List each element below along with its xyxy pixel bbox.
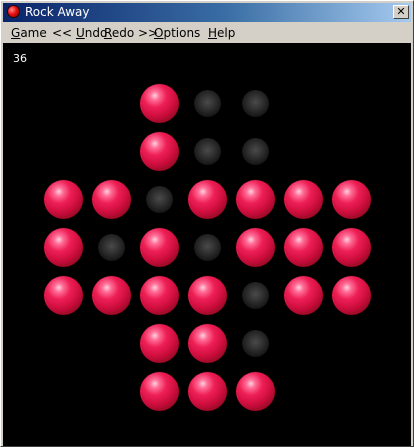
peg-marble[interactable] (235, 371, 275, 411)
peg-marble[interactable] (91, 179, 131, 219)
empty-hole[interactable] (145, 185, 173, 213)
close-button[interactable]: ✕ (393, 5, 409, 19)
peg-marble[interactable] (43, 227, 83, 267)
empty-hole[interactable] (193, 137, 221, 165)
app-window: Rock Away ✕ Game << Undo Redo >> Options… (0, 0, 414, 447)
app-ball-icon (7, 5, 20, 18)
peg-marble[interactable] (187, 275, 227, 315)
peg-marble[interactable] (283, 179, 323, 219)
peg-marble[interactable] (331, 275, 371, 315)
menu-game[interactable]: Game (11, 25, 47, 41)
peg-marble[interactable] (139, 131, 179, 171)
empty-hole[interactable] (241, 281, 269, 309)
peg-counter: 36 (13, 52, 27, 65)
peg-marble[interactable] (187, 371, 227, 411)
peg-marble[interactable] (235, 227, 275, 267)
peg-marble[interactable] (43, 275, 83, 315)
window-title: Rock Away (25, 5, 90, 19)
empty-hole[interactable] (241, 89, 269, 117)
empty-hole[interactable] (193, 233, 221, 261)
peg-marble[interactable] (139, 227, 179, 267)
peg-marble[interactable] (187, 323, 227, 363)
peg-marble[interactable] (139, 275, 179, 315)
title-bar[interactable]: Rock Away ✕ (3, 3, 411, 22)
menu-options[interactable]: Options (154, 25, 200, 41)
peg-marble[interactable] (139, 83, 179, 123)
peg-marble[interactable] (139, 323, 179, 363)
empty-hole[interactable] (97, 233, 125, 261)
peg-marble[interactable] (283, 227, 323, 267)
menu-help[interactable]: Help (208, 25, 235, 41)
peg-marble[interactable] (187, 179, 227, 219)
menu-bar: Game << Undo Redo >> Options Help (3, 23, 411, 42)
peg-marble[interactable] (139, 371, 179, 411)
peg-marble[interactable] (283, 275, 323, 315)
game-board: 36 (3, 43, 411, 446)
empty-hole[interactable] (241, 329, 269, 357)
menu-undo[interactable]: << Undo (52, 25, 107, 41)
peg-marble[interactable] (91, 275, 131, 315)
empty-hole[interactable] (193, 89, 221, 117)
empty-hole[interactable] (241, 137, 269, 165)
peg-marble[interactable] (331, 227, 371, 267)
peg-marble[interactable] (235, 179, 275, 219)
peg-marble[interactable] (43, 179, 83, 219)
peg-marble[interactable] (331, 179, 371, 219)
menu-redo[interactable]: Redo >> (104, 25, 158, 41)
